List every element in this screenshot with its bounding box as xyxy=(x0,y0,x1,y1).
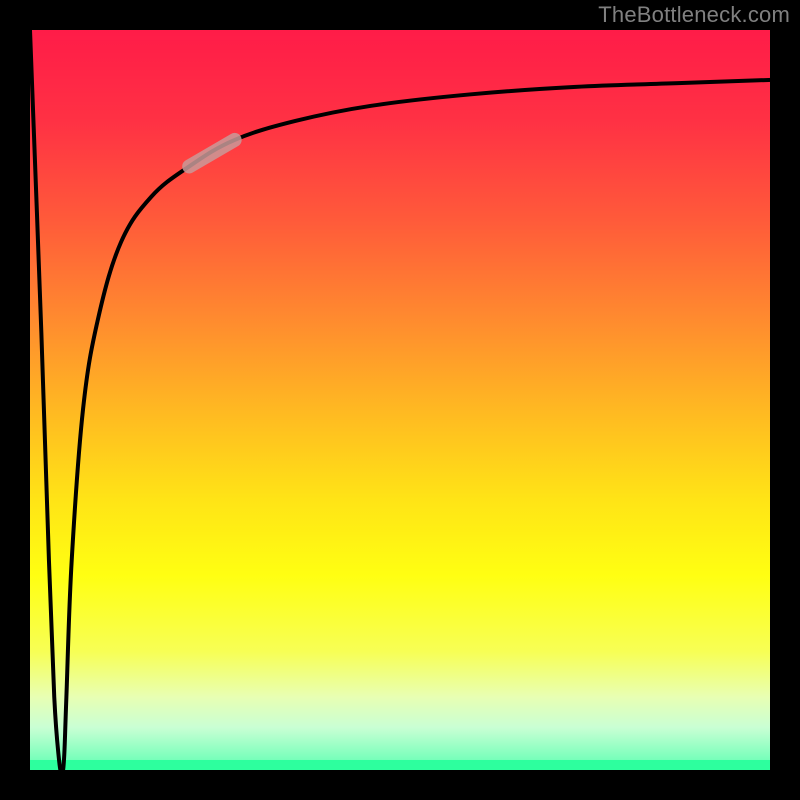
plot-background-gradient xyxy=(30,30,788,788)
watermark-text: TheBottleneck.com xyxy=(598,2,790,28)
chart-svg xyxy=(0,0,800,800)
chart-stage: TheBottleneck.com xyxy=(0,0,800,800)
